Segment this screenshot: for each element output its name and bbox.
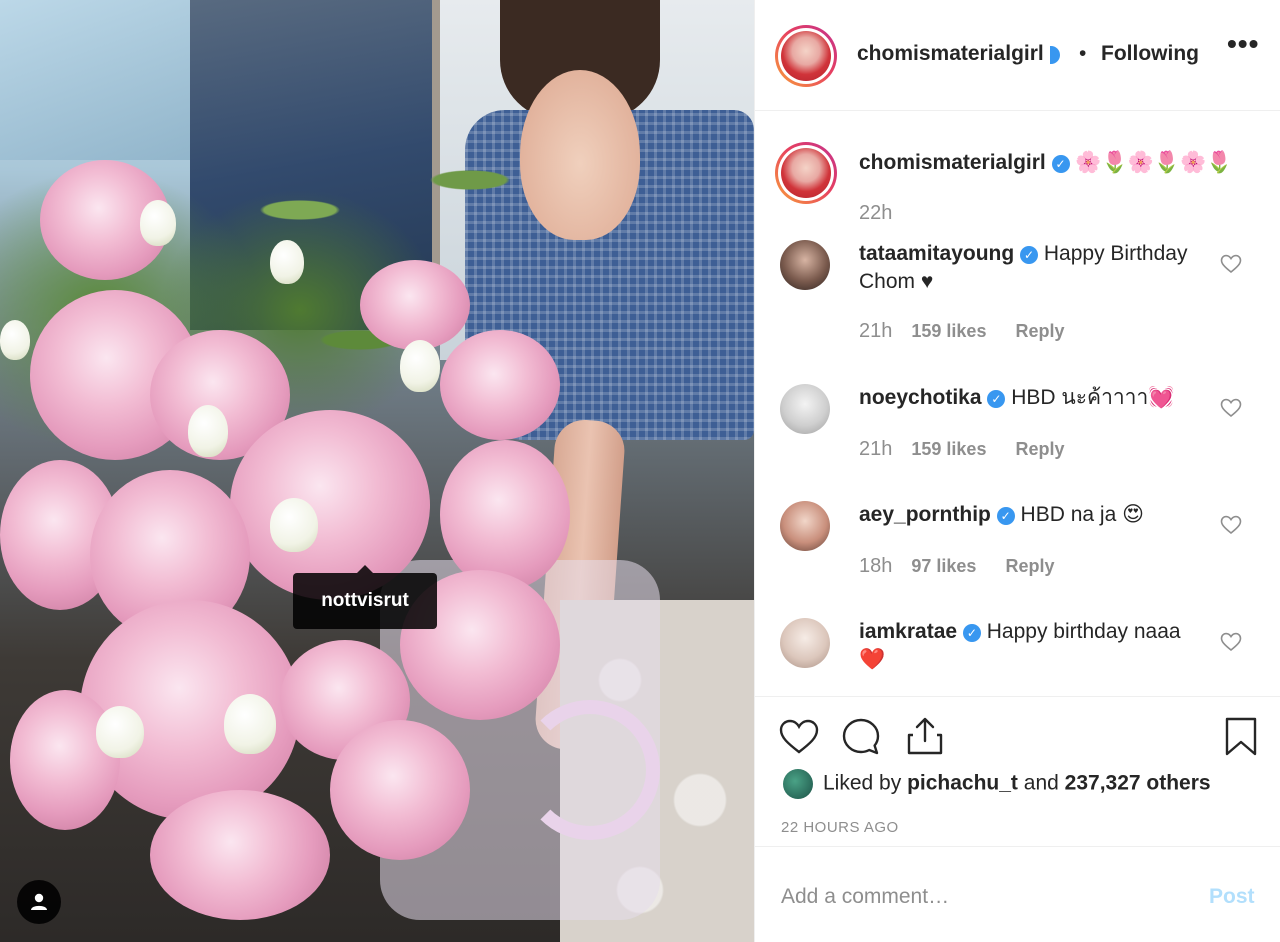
peony-flower [440,330,560,440]
post-comment-button[interactable]: Post [1209,885,1255,909]
tulip-flower [224,694,276,754]
peony-flower [150,790,330,920]
add-comment-bar: Post [755,846,1280,942]
author-username[interactable]: chomismaterialgirl ​ [857,42,1060,66]
comment-item: iamkratae ✓ Happy birthday naaa❤️ [755,618,1280,696]
comment-likes[interactable]: 97 likes [911,556,976,576]
photo-user-tag[interactable]: nottvisrut [293,565,437,629]
save-bookmark-icon[interactable] [1219,715,1263,759]
verified-badge-icon: ✓ [962,624,981,642]
likes-count[interactable]: 237,327 others [1065,772,1211,795]
peony-flower [360,260,470,350]
peony-flower [10,690,120,830]
header-separator: • [1079,42,1087,65]
following-button[interactable]: Following [1101,42,1199,66]
like-comment-heart-icon[interactable] [1219,630,1243,654]
verified-badge-icon: ​ [1049,46,1060,64]
more-options-icon[interactable]: ••• [1227,28,1259,60]
tulip-flower [270,498,318,552]
liker-username[interactable]: pichachu_t [907,772,1018,795]
comment-item: noeychotika ✓ HBD นะค้าาาา💓 21h 159 like… [755,384,1280,501]
photo-ribbon [520,700,660,840]
comment-time[interactable]: 21h [859,438,892,460]
post-actions: Liked by pichachu_t and 237,327 others 2… [755,696,1280,846]
verified-badge-icon: ✓ [1020,246,1039,264]
reply-button[interactable]: Reply [1015,439,1064,459]
post-photo[interactable]: nottvisrut [0,0,754,942]
comment-bubble-icon[interactable] [839,715,883,759]
tulip-flower [400,340,440,392]
comment-item: tataamitayoung ✓ Happy Birthday Chom ♥ 2… [755,240,1280,357]
caption-avatar[interactable] [775,142,837,204]
post-timestamp[interactable]: 22 HOURS AGO [781,819,899,836]
caption-text: 🌸🌷🌸🌷🌸🌷 [1075,151,1233,174]
tulip-flower [140,200,176,246]
like-heart-icon[interactable] [777,715,821,759]
verified-badge-icon: ✓ [1051,155,1070,173]
reply-button[interactable]: Reply [1015,321,1064,341]
show-tags-button[interactable] [17,880,61,924]
commenter-avatar[interactable] [780,501,830,551]
comment-time[interactable]: 21h [859,320,892,342]
comment-likes[interactable]: 159 likes [911,439,986,459]
comment-username[interactable]: tataamitayoung [859,242,1014,265]
user-icon [31,893,47,910]
liked-by-prefix: Liked by [823,771,902,795]
comment-username[interactable]: aey_pornthip [859,503,991,526]
like-comment-heart-icon[interactable] [1219,396,1243,420]
comment-username[interactable]: noeychotika [859,386,982,409]
caption-username[interactable]: chomismaterialgirl [859,151,1046,174]
author-avatar[interactable] [775,25,837,87]
reply-button[interactable]: Reply [1005,556,1054,576]
tulip-flower [188,405,228,457]
comment-text: HBD na ja 😍 [1020,503,1144,526]
liker-avatar[interactable] [783,769,813,799]
comment-likes[interactable]: 159 likes [911,321,986,341]
comments-list[interactable]: chomismaterialgirl ✓ 🌸🌷🌸🌷🌸🌷 22h tataamit… [755,112,1280,696]
commenter-avatar[interactable] [780,384,830,434]
tulip-flower [96,706,144,758]
caption-time[interactable]: 22h [859,202,892,225]
liked-by-summary: Liked by pichachu_t and 237,327 others [783,769,1211,799]
comment-username[interactable]: iamkratae [859,620,957,643]
like-comment-heart-icon[interactable] [1219,513,1243,537]
tulip-flower [270,240,304,284]
comment-input[interactable] [781,877,1181,917]
comment-item: aey_pornthip ✓ HBD na ja 😍 18h 97 likes … [755,501,1280,618]
post-header: chomismaterialgirl ​ • Following ••• [755,0,1280,111]
like-comment-heart-icon[interactable] [1219,252,1243,276]
peony-flower [230,410,430,600]
peony-flower [330,720,470,860]
verified-badge-icon: ✓ [987,390,1006,408]
peony-flower [440,440,570,590]
liked-by-joiner: and [1023,771,1059,795]
share-icon[interactable] [903,715,947,759]
tulip-flower [0,320,30,360]
comment-time[interactable]: 18h [859,555,892,577]
verified-badge-icon: ✓ [996,507,1015,525]
comment-text: HBD นะค้าาาา💓 [1011,386,1175,409]
commenter-avatar[interactable] [780,240,830,290]
post-side-panel: chomismaterialgirl ​ • Following ••• cho… [754,0,1280,942]
commenter-avatar[interactable] [780,618,830,668]
